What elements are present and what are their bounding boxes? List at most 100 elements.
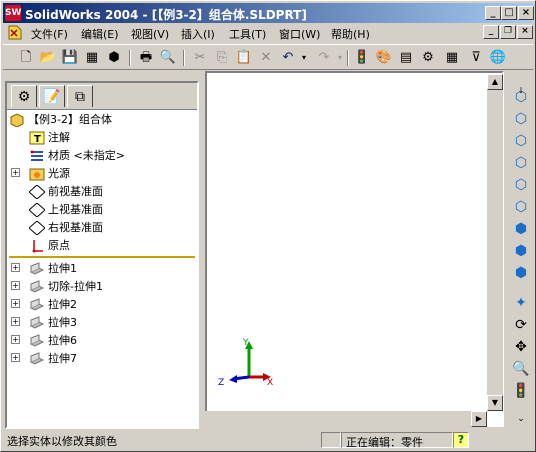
- scroll-up-button[interactable]: ▲: [487, 74, 503, 90]
- tree-item-material[interactable]: 材质 <未指定>: [29, 147, 125, 165]
- view-orientation-icon[interactable]: ✦: [510, 293, 532, 313]
- make-drawing-icon[interactable]: ▦: [83, 49, 101, 67]
- tree-root[interactable]: 【例3-2】组合体: [9, 111, 112, 129]
- edit-color-icon[interactable]: 🎨: [375, 49, 393, 67]
- tree-item-label: 前视基准面: [48, 185, 103, 198]
- make-assembly-icon[interactable]: ⬢: [105, 49, 123, 67]
- left-view-icon[interactable]: ⬡: [510, 131, 532, 151]
- menu-window[interactable]: 窗口(W): [279, 26, 320, 42]
- configuration-manager-tab[interactable]: ⧉: [67, 85, 93, 107]
- triad-z-label: Z: [218, 378, 224, 388]
- minimize-button[interactable]: _: [485, 6, 501, 20]
- isometric-view-icon[interactable]: ⬢: [510, 219, 532, 239]
- doc-close-button[interactable]: ×: [517, 25, 533, 39]
- tree-item-label: 拉伸3: [48, 316, 77, 329]
- menu-file[interactable]: 文件(F): [31, 26, 68, 42]
- expand-feature-toggle[interactable]: +: [11, 299, 20, 308]
- scroll-down-button[interactable]: ▼: [487, 395, 503, 411]
- expand-feature-toggle[interactable]: +: [11, 317, 20, 326]
- triad-x-label: X: [267, 378, 273, 388]
- tree-item-annotations[interactable]: T 注解: [29, 129, 70, 147]
- tree-item-right-plane[interactable]: 右视基准面: [29, 219, 103, 237]
- bottom-view-icon[interactable]: ⬡: [510, 197, 532, 217]
- tree-item-feature[interactable]: 切除-拉伸1: [29, 278, 103, 296]
- expand-feature-toggle[interactable]: +: [11, 335, 20, 344]
- save-icon[interactable]: 💾: [61, 49, 79, 67]
- tree-item-label: 拉伸1: [48, 262, 77, 275]
- expand-feature-toggle[interactable]: +: [11, 263, 20, 272]
- copy-icon[interactable]: ⎘: [213, 49, 231, 67]
- title-bar[interactable]: SW SolidWorks 2004 - [【例3-2】组合体.SLDPRT] …: [3, 3, 534, 23]
- vertical-scrollbar[interactable]: ▲ ▼: [487, 74, 503, 411]
- document-icon[interactable]: [7, 25, 23, 40]
- feature-manager-tab[interactable]: ⚙: [11, 85, 37, 107]
- property-manager-tab[interactable]: 📝: [39, 85, 65, 107]
- extrude-icon: [29, 334, 45, 347]
- maximize-button[interactable]: □: [501, 6, 517, 20]
- traffic-light-icon[interactable]: 🚦: [353, 49, 371, 67]
- menu-tools[interactable]: 工具(T): [229, 26, 266, 42]
- feature-tree: 【例3-2】组合体 T 注解 材质 <未指定> + 光源 前视基准面 上视基准面 …: [7, 109, 197, 427]
- manager-tabs: ⚙ 📝 ⧉: [7, 83, 197, 109]
- doc-restore-button[interactable]: ❐: [500, 25, 516, 39]
- tree-item-feature[interactable]: 拉伸6: [29, 332, 77, 350]
- triad-y-label: Y: [242, 338, 249, 348]
- paste-icon[interactable]: 📋: [235, 49, 253, 67]
- status-bar: 选择实体以修改其颜色 正在编辑：零件 ?: [3, 431, 533, 449]
- print-icon[interactable]: 🖶: [137, 49, 155, 67]
- options-icon[interactable]: ⚙: [419, 49, 437, 67]
- close-button[interactable]: ×: [518, 6, 534, 20]
- top-view-icon[interactable]: ⬡: [510, 175, 532, 195]
- window-title: SolidWorks 2004 - [【例3-2】组合体.SLDPRT]: [25, 8, 307, 22]
- normal-to-icon[interactable]: ⬢: [510, 263, 532, 283]
- delete-icon[interactable]: ✕: [257, 49, 275, 67]
- graphics-area[interactable]: Y X Z: [205, 71, 504, 427]
- tree-item-top-plane[interactable]: 上视基准面: [29, 201, 103, 219]
- undo-dropdown-icon[interactable]: ▾: [295, 49, 313, 67]
- tree-item-front-plane[interactable]: 前视基准面: [29, 183, 103, 201]
- annotation-icon: T: [29, 131, 45, 145]
- doc-minimize-button[interactable]: _: [483, 25, 499, 39]
- tree-item-lighting[interactable]: 光源: [29, 165, 70, 183]
- back-view-icon[interactable]: ⬡: [510, 109, 532, 129]
- tree-item-label: 原点: [48, 239, 70, 252]
- menu-insert[interactable]: 插入(I): [181, 26, 215, 42]
- new-icon[interactable]: 🗋: [17, 49, 35, 67]
- menu-bar: 文件(F) 编辑(E) 视图(V) 插入(I) 工具(T) 窗口(W) 帮助(H…: [3, 23, 533, 42]
- tree-item-feature[interactable]: 拉伸7: [29, 350, 77, 368]
- cut-icon[interactable]: ✂: [191, 49, 209, 67]
- origin-icon: [32, 240, 43, 253]
- menu-edit[interactable]: 编辑(E): [81, 26, 119, 42]
- app-icon[interactable]: SW: [5, 5, 21, 21]
- web-icon[interactable]: 🌐: [489, 49, 507, 67]
- tree-item-feature[interactable]: 拉伸3: [29, 314, 77, 332]
- expand-lighting-toggle[interactable]: +: [11, 168, 20, 177]
- filter-icon[interactable]: ⊽: [467, 49, 485, 67]
- menu-help[interactable]: 帮助(H): [331, 26, 370, 42]
- scroll-right-button[interactable]: ▶: [471, 411, 487, 427]
- zoom-icon[interactable]: 🔍: [510, 359, 532, 379]
- tree-item-feature[interactable]: 拉伸2: [29, 296, 77, 314]
- tree-item-label: 拉伸7: [48, 352, 77, 365]
- more-tools-icon[interactable]: ⌄: [510, 409, 532, 429]
- rotate-view-icon[interactable]: ⟳: [510, 315, 532, 335]
- rollback-bar[interactable]: [9, 256, 195, 258]
- help-icon[interactable]: ?: [453, 432, 469, 448]
- expand-feature-toggle[interactable]: +: [11, 281, 20, 290]
- tree-item-origin[interactable]: 原点: [29, 237, 70, 255]
- menu-view[interactable]: 视图(V): [131, 26, 169, 42]
- print-preview-icon[interactable]: 🔍: [159, 49, 177, 67]
- expand-feature-toggle[interactable]: +: [11, 353, 20, 362]
- pan-icon[interactable]: ✥: [510, 337, 532, 357]
- front-view-icon[interactable]: ⬡: [510, 87, 532, 107]
- right-view-icon[interactable]: ⬡: [510, 153, 532, 173]
- grid-icon[interactable]: ▦: [443, 49, 461, 67]
- appearance-icon[interactable]: ▤: [397, 49, 415, 67]
- tree-item-label: 拉伸2: [48, 298, 77, 311]
- tree-item-feature[interactable]: 拉伸1: [29, 260, 77, 278]
- trimetric-view-icon[interactable]: ⬢: [510, 241, 532, 261]
- rebuild-icon[interactable]: 🚦: [510, 381, 532, 401]
- open-icon[interactable]: 📂: [39, 49, 57, 67]
- tree-item-label: 切除-拉伸1: [48, 280, 103, 293]
- horizontal-scrollbar[interactable]: ▶: [205, 411, 487, 427]
